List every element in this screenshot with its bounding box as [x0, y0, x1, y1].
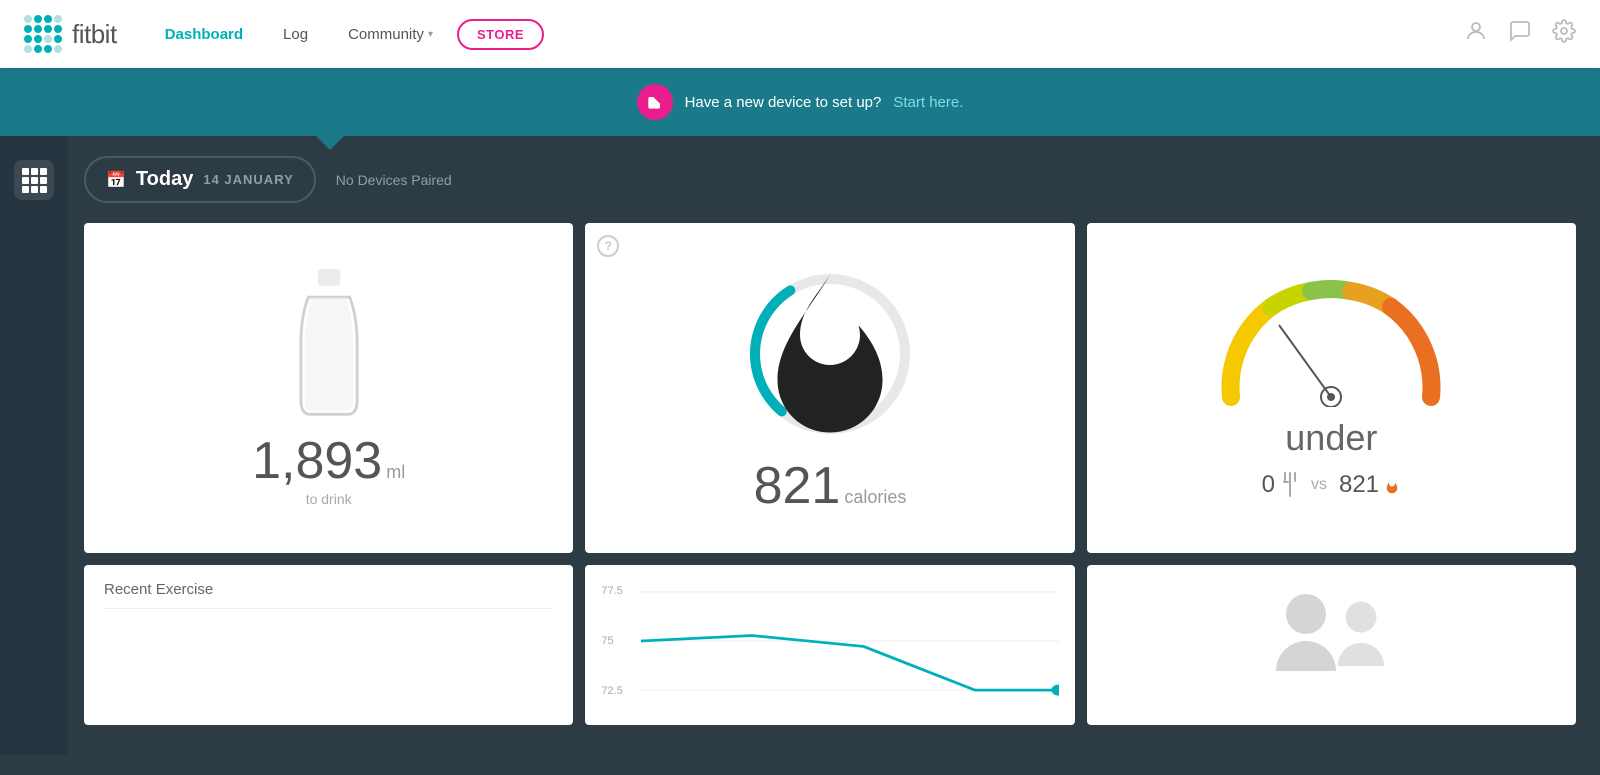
nav-right-icons — [1464, 19, 1576, 49]
content-area: 📅 Today 14 JANUARY No Devices Paired — [68, 136, 1600, 755]
flame-small-icon — [1383, 474, 1401, 496]
chart-label-low: 72.5 — [601, 685, 622, 697]
messages-icon[interactable] — [1508, 19, 1532, 49]
calories-amount: 821 — [754, 460, 841, 512]
nav-log[interactable]: Log — [267, 18, 324, 51]
sidebar-grid-button[interactable] — [14, 160, 54, 200]
profile-icon[interactable] — [1464, 19, 1488, 49]
logo-text: fitbit — [72, 19, 117, 50]
logo-dot — [24, 35, 32, 43]
chart-labels: 77.5 75 72.5 — [601, 581, 622, 701]
water-label: to drink — [306, 491, 352, 507]
date-bar: 📅 Today 14 JANUARY No Devices Paired — [84, 156, 1576, 203]
logo-dot — [24, 15, 32, 23]
logo: fitbit — [24, 15, 117, 53]
logo-dot — [44, 45, 52, 53]
logo-dot — [34, 35, 42, 43]
weight-status: under — [1285, 417, 1377, 459]
logo-dot — [54, 15, 62, 23]
water-amount: 1,893 — [252, 435, 382, 487]
main-content: 📅 Today 14 JANUARY No Devices Paired — [0, 136, 1600, 775]
water-bottle-icon — [289, 269, 369, 419]
logo-dot — [24, 25, 32, 33]
food-value: 0 — [1262, 471, 1275, 499]
recent-exercise-title: Recent Exercise — [104, 581, 553, 609]
weight-card[interactable]: under 0 vs — [1087, 223, 1576, 553]
water-unit: ml — [386, 462, 405, 483]
food-calories: 0 — [1262, 471, 1299, 499]
logo-dot — [24, 45, 32, 53]
settings-icon[interactable] — [1552, 19, 1576, 49]
calendar-icon: 📅 — [106, 170, 126, 190]
water-card[interactable]: 1,893 ml to drink — [84, 223, 573, 553]
device-icon — [637, 84, 673, 120]
friend-silhouette-2 — [1331, 591, 1391, 700]
date-button[interactable]: 📅 Today 14 JANUARY — [84, 156, 316, 203]
weight-stats: 0 vs 821 — [1262, 471, 1401, 499]
burned-value: 821 — [1339, 471, 1379, 499]
calories-ring — [740, 264, 920, 444]
logo-dot — [54, 25, 62, 33]
today-label: Today — [136, 168, 193, 191]
bottom-card-grid: Recent Exercise 77.5 75 72.5 — [84, 565, 1576, 725]
chart-label-mid: 75 — [601, 635, 622, 647]
weight-gauge — [1211, 277, 1451, 407]
logo-dot — [44, 15, 52, 23]
chevron-down-icon: ▾ — [428, 29, 433, 40]
weight-chart-card[interactable]: 77.5 75 72.5 — [585, 565, 1074, 725]
device-status: No Devices Paired — [336, 172, 452, 188]
calories-unit: calories — [844, 487, 906, 508]
nav-dashboard[interactable]: Dashboard — [149, 18, 259, 51]
logo-dot — [34, 45, 42, 53]
logo-dot — [34, 25, 42, 33]
nav-links: Dashboard Log Community ▾ STORE — [149, 18, 1464, 51]
weight-chart: 77.5 75 72.5 — [601, 581, 1058, 701]
grid-icon — [22, 168, 47, 193]
fork-knife-icon — [1281, 472, 1299, 498]
friends-card[interactable] — [1087, 565, 1576, 725]
burned-calories: 821 — [1339, 471, 1401, 499]
help-icon[interactable]: ? — [597, 235, 619, 257]
layout: 📅 Today 14 JANUARY No Devices Paired — [0, 136, 1600, 755]
logo-dot — [54, 35, 62, 43]
card-grid: 1,893 ml to drink ? — [84, 223, 1576, 553]
notification-text: Have a new device to set up? — [685, 94, 882, 111]
store-button[interactable]: STORE — [457, 19, 544, 50]
logo-dot — [54, 45, 62, 53]
chart-label-high: 77.5 — [601, 585, 622, 597]
sidebar — [0, 136, 68, 755]
navbar: fitbit Dashboard Log Community ▾ STORE — [0, 0, 1600, 68]
recent-exercise-card[interactable]: Recent Exercise — [84, 565, 573, 725]
date-label: 14 JANUARY — [203, 172, 293, 187]
flame-icon — [740, 260, 920, 448]
notification-bar: Have a new device to set up? Start here. — [0, 68, 1600, 136]
nav-community[interactable]: Community ▾ — [332, 18, 449, 51]
logo-dot — [34, 15, 42, 23]
logo-dot — [44, 35, 52, 43]
logo-dot — [44, 25, 52, 33]
notification-link[interactable]: Start here. — [893, 94, 963, 111]
logo-dots — [24, 15, 62, 53]
calories-card[interactable]: ? — [585, 223, 1074, 553]
vs-label: vs — [1311, 476, 1327, 494]
